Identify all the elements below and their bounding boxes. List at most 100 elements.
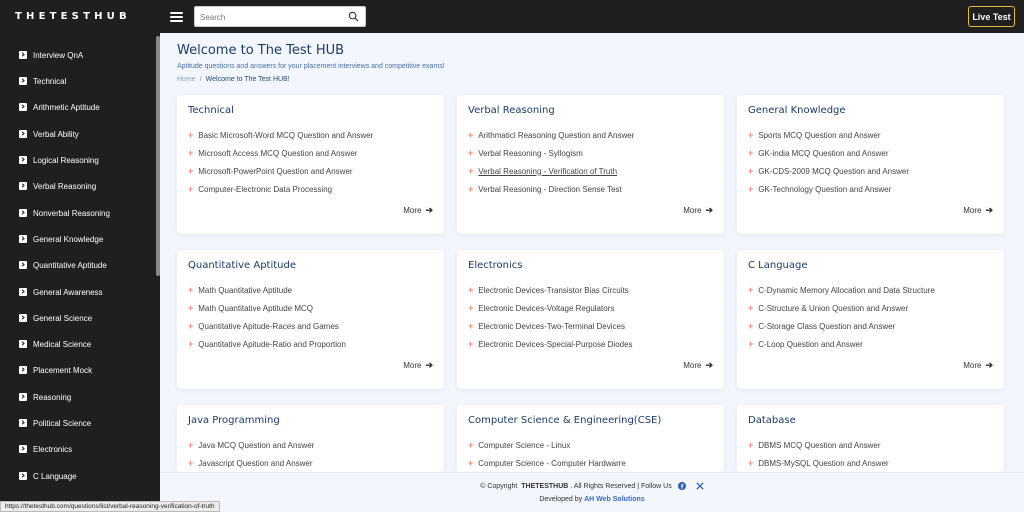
card-link[interactable]: + C-Loop Question and Answer [748,339,863,349]
plus-bullet-icon: + [468,303,474,313]
card-link[interactable]: + Arithmaticl Reasoning Question and Answ… [468,130,634,140]
sidebar-item-verbal-ability[interactable]: Verbal Ability [19,127,79,141]
x-twitter-icon[interactable] [696,482,704,490]
card-title[interactable]: General Knowledge [748,105,846,116]
sidebar-scrollbar[interactable] [156,36,160,276]
plus-bullet-icon: + [188,440,194,450]
site-logo[interactable]: THETESTHUB [15,11,163,22]
plus-bullet-icon: + [188,321,194,331]
arrow-right-icon: ➔ [425,205,433,215]
card-link[interactable]: + Electronic Devices-Transistor Bias Circ… [468,285,629,295]
card-link[interactable]: + DBMS-MySQL Question and Answer [748,458,889,468]
card-link[interactable]: + Verbal Reasoning - Syllogism [468,148,583,158]
card-link[interactable]: + Electronic Devices-Voltage Regulators [468,303,614,313]
checkbox-icon [19,393,27,401]
sidebar-item-medical-science[interactable]: Medical Science [19,337,91,351]
sidebar-item-quantitative-aptitude[interactable]: Quantitative Aptitude [19,258,107,272]
card-title[interactable]: Quantitative Aptitude [188,260,296,271]
card-link[interactable]: + Microsoft Access MCQ Question and Answe… [188,148,357,158]
card-title[interactable]: Verbal Reasoning [468,105,555,116]
sidebar-item-nonverbal-reasoning[interactable]: Nonverbal Reasoning [19,206,110,220]
sidebar-item-technical[interactable]: Technical [19,74,66,88]
more-link[interactable]: More ➔ [963,205,993,216]
card-link[interactable]: + GK-Technology Question and Answer [748,184,891,194]
sidebar-item-political-science[interactable]: Political Science [19,416,91,430]
card-link[interactable]: + Quantitative Apitude-Ratio and Proporti… [188,339,346,349]
plus-bullet-icon: + [468,339,474,349]
plus-bullet-icon: + [188,184,194,194]
checkbox-icon [19,103,27,111]
live-test-button[interactable]: Live Test [968,6,1015,27]
more-link[interactable]: More ➔ [683,205,713,216]
card-link[interactable]: + Computer Science - Linux [468,440,570,450]
card-link[interactable]: + C-Dynamic Memory Allocation and Data St… [748,285,935,295]
card-link[interactable]: + C-Structure & Union Question and Answer [748,303,908,313]
card-link[interactable]: + C-Storage Class Question and Answer [748,321,895,331]
card-title[interactable]: Computer Science & Engineering(CSE) [468,415,661,426]
breadcrumb-current: Welcome to The Test HUB! [205,76,290,83]
sidebar-item-logical-reasoning[interactable]: Logical Reasoning [19,153,99,167]
sidebar-item-general-knowledge[interactable]: General Knowledge [19,232,103,246]
category-card-computer-science: Computer Science & Engineering(CSE) + Com… [457,405,724,472]
plus-bullet-icon: + [748,285,754,295]
card-link[interactable]: + GK-india MCQ Question and Answer [748,148,889,158]
card-link[interactable]: + DBMS MCQ Question and Answer [748,440,881,450]
card-title[interactable]: Java Programming [188,415,280,426]
category-card-general-knowledge: General Knowledge + Sports MCQ Question a… [737,95,1004,234]
sidebar-item-electronics[interactable]: Electronics [19,442,72,456]
arrow-right-icon: ➔ [985,360,993,370]
search-input[interactable] [195,8,340,27]
sidebar-item-reasoning[interactable]: Reasoning [19,390,71,404]
developer-link[interactable]: AH Web Solutions [584,496,645,503]
card-link[interactable]: + Microsoft-PowerPoint Question and Answe… [188,166,353,176]
menu-toggle-icon[interactable] [170,11,183,22]
category-card-verbal-reasoning: Verbal Reasoning + Arithmaticl Reasoning … [457,95,724,234]
search-icon[interactable] [348,11,359,22]
checkbox-icon [19,340,27,348]
sidebar-item-c-language[interactable]: C Language [19,469,77,483]
card-link[interactable]: + Math Quantitative Aptitude [188,285,292,295]
card-link-hovered[interactable]: + Verbal Reasoning - Verification of Trut… [468,166,617,176]
card-link[interactable]: + Computer-Electronic Data Processing [188,184,332,194]
card-title[interactable]: Technical [188,105,234,116]
card-title[interactable]: C Language [748,260,808,271]
sidebar-item-general-science[interactable]: General Science [19,311,92,325]
more-link[interactable]: More ➔ [963,360,993,371]
plus-bullet-icon: + [748,166,754,176]
checkbox-icon [19,209,27,217]
sidebar-item-placement-mock[interactable]: Placement Mock [19,363,92,377]
breadcrumb-home-link[interactable]: Home [177,76,196,83]
sidebar-item-verbal-reasoning[interactable]: Verbal Reasoning [19,179,96,193]
card-title[interactable]: Database [748,415,796,426]
card-link[interactable]: + Java MCQ Question and Answer [188,440,314,450]
card-link[interactable]: + Sports MCQ Question and Answer [748,130,881,140]
checkbox-icon [19,235,27,243]
more-link[interactable]: More ➔ [403,205,433,216]
card-link[interactable]: + Math Quantitative Aptitude MCQ [188,303,313,313]
card-link[interactable]: + Basic Microsoft-Word MCQ Question and A… [188,130,373,140]
top-navbar: THETESTHUB [0,0,1024,33]
more-link[interactable]: More ➔ [403,360,433,371]
checkbox-icon [19,445,27,453]
card-title[interactable]: Electronics [468,260,523,271]
sidebar-item-interview-qna[interactable]: Interview QnA [19,48,83,62]
card-link[interactable]: + Verbal Reasoning - Direction Sense Test [468,184,622,194]
search-box[interactable] [194,6,366,27]
card-link[interactable]: + Javascript Question and Answer [188,458,313,468]
facebook-icon[interactable] [677,482,686,490]
card-link[interactable]: + Electronic Devices-Special-Purpose Diod… [468,339,633,349]
plus-bullet-icon: + [468,184,474,194]
more-link[interactable]: More ➔ [683,360,713,371]
card-link[interactable]: + GK-CDS-2009 MCQ Question and Answer [748,166,909,176]
sidebar-item-general-awareness[interactable]: General Awareness [19,285,103,299]
card-link[interactable]: + Computer Science - Computer Hardwarre [468,458,626,468]
sidebar-item-arithmetic-aptitude[interactable]: Arithmetic Aptitude [19,100,100,114]
plus-bullet-icon: + [748,148,754,158]
breadcrumb: Home / Welcome to The Test HUB! [177,76,290,83]
category-card-electronics: Electronics + Electronic Devices-Transist… [457,250,724,389]
plus-bullet-icon: + [748,321,754,331]
plus-bullet-icon: + [748,440,754,450]
card-link[interactable]: + Quantitative Apitude-Races and Games [188,321,339,331]
checkbox-icon [19,77,27,85]
card-link[interactable]: + Electronic Devices-Two-Terminal Devices [468,321,625,331]
